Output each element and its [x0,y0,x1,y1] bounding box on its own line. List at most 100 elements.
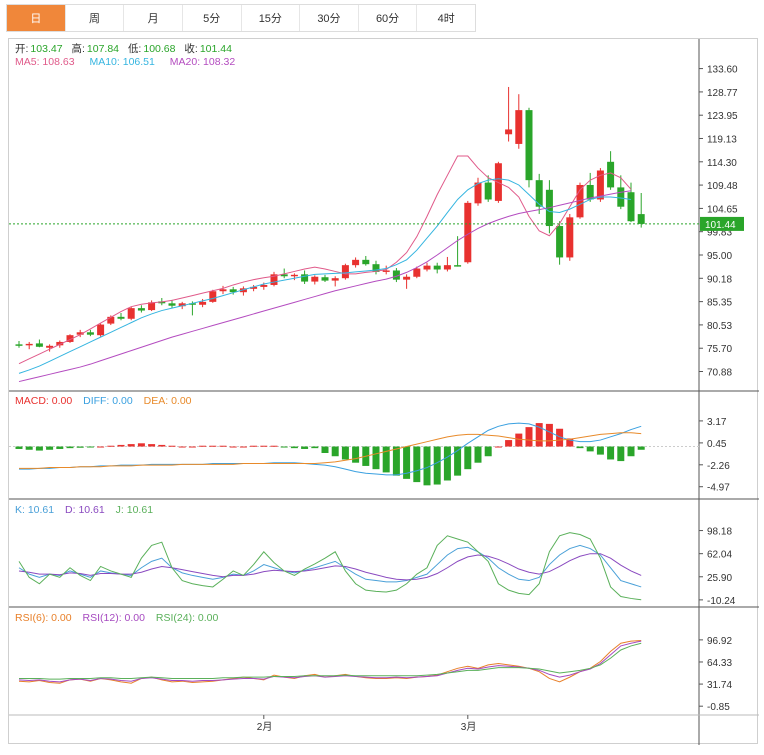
candle-body [311,276,319,282]
candle-body [199,301,207,305]
tab-day[interactable]: 日 [7,5,66,31]
tab-week[interactable]: 周 [65,5,125,31]
y-tick-label: 114.30 [707,158,737,169]
macd-bar [76,446,84,448]
candle-body [260,284,268,287]
close-label: 收: [184,43,198,55]
candle-body [35,343,43,347]
candle-body [566,217,574,258]
y-tick-label: 104.65 [707,204,738,215]
candle-body [209,291,217,302]
y-tick-label: -2.26 [707,461,730,472]
macd-bar [280,446,288,448]
y-tick-label: 95.00 [707,251,732,262]
macd-bar [341,446,349,460]
candle-body [535,180,543,207]
macd-bar [250,445,258,447]
macd-bar [199,445,207,447]
macd-bar [168,445,176,447]
candle-body [403,276,411,280]
y-tick-label: -10.24 [707,596,736,607]
candle-body [382,270,390,272]
kdj-legend: K: 10.61 D: 10.61 J: 10.61 [15,504,155,516]
tab-15min[interactable]: 15分 [241,5,301,31]
macd-bar [545,423,553,447]
macd-bar [372,446,380,470]
macd-bar [576,446,584,449]
candle-body [168,303,176,306]
candle-body [46,345,54,348]
period-tabs: 日 周 月 5分 15分 30分 60分 4时 [6,4,476,32]
tab-5min[interactable]: 5分 [182,5,242,31]
y-tick-label: 109.48 [707,181,738,192]
stock-chart[interactable]: 133.60 128.77 123.95 119.13 114.30 109.48 104.… [9,39,759,745]
macd-bar [219,445,227,447]
rsi12-value: RSI(12): 0.00 [82,612,145,624]
y-tick-label: 25.90 [707,573,732,584]
y-tick-label: 90.18 [707,274,732,285]
macd-bar [290,446,298,449]
y-tick-label: 80.53 [707,321,732,332]
macd-bar [311,446,319,449]
macd-bar [474,446,482,463]
candle-body [505,129,513,135]
k-line [18,544,642,588]
macd-bar [392,446,400,476]
tab-60min[interactable]: 60分 [358,5,418,31]
macd-bar [484,446,492,457]
candle-body [341,265,349,279]
y-tick-label: 62.04 [707,550,732,561]
y-tick-label: -4.97 [707,483,730,494]
candle-body [627,192,635,222]
macd-bar [107,445,115,447]
j-value: J: 10.61 [115,504,154,516]
macd-bar [321,446,329,453]
low-value: 100.68 [143,43,176,55]
macd-bar [127,444,135,447]
chart-frame[interactable]: 133.60 128.77 123.95 119.13 114.30 109.48 104.… [8,38,759,745]
y-tick-label: 123.95 [707,111,738,122]
tab-4hour[interactable]: 4时 [417,5,475,31]
candle-body [127,308,135,319]
macd-bar [331,446,339,457]
macd-bar [15,446,23,449]
macd-bar [637,446,645,450]
macd-bar [158,444,166,447]
candle-body [443,265,451,270]
macd-bar [607,446,615,460]
candle-body [15,344,23,346]
macd-bar [270,445,278,447]
candle-body [362,259,370,265]
tab-30min[interactable]: 30分 [300,5,359,31]
candle-body [617,187,625,207]
y-tick-label: 133.60 [707,65,738,76]
tab-month[interactable]: 月 [124,5,183,31]
candle-body [86,332,94,335]
rsi-legend: RSI(6): 0.00 RSI(12): 0.00 RSI(24): 0.00 [15,612,220,624]
macd-bar [352,446,360,463]
candle-body [321,277,329,281]
open-value: 103.47 [30,43,63,55]
y-tick-label: 70.88 [707,368,732,379]
dea-value: DEA: 0.00 [143,395,192,407]
last-price-label: 101.44 [705,220,736,231]
macd-bar [505,440,513,447]
macd-bar [239,446,247,448]
candle-body [525,110,533,181]
y-tick-label: -0.85 [707,702,730,713]
macd-bar [433,446,441,485]
macd-bar [260,445,268,447]
macd-bar [188,446,196,448]
macd-bar [137,443,145,447]
macd-bar [117,444,125,447]
candle-body [331,278,339,281]
macd-value: MACD: 0.00 [15,395,73,407]
close-value: 101.44 [199,43,232,55]
macd-legend: MACD: 0.00 DIFF: 0.00 DEA: 0.00 [15,395,194,407]
diff-line [19,422,642,476]
candle-body [556,226,564,258]
candle-body [474,182,482,204]
macd-bar [86,446,94,448]
macd-bar [515,433,523,447]
macd-bar [229,446,237,448]
